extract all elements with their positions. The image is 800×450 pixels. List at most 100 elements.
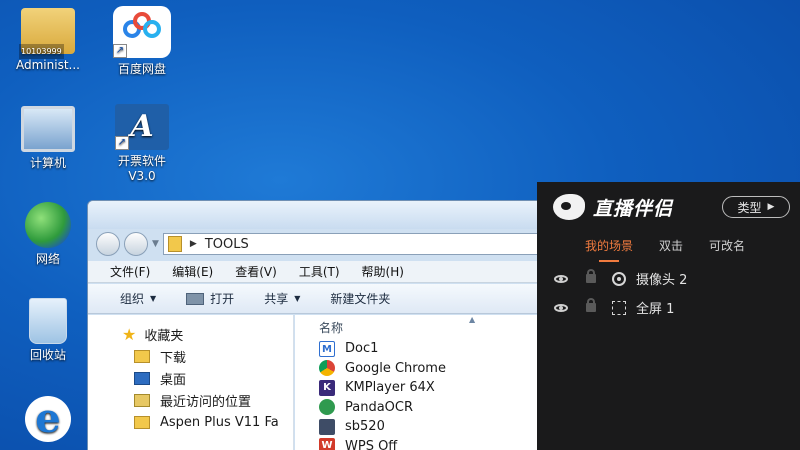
type-button[interactable]: 类型 ▶ <box>722 196 790 218</box>
invoice-software-icon: A ↗ <box>115 104 169 150</box>
lock-icon[interactable] <box>586 269 596 283</box>
file-list: 名称 ▲ M Doc1 Google Chrome K KMPlayer 64X… <box>295 315 546 450</box>
app-brand: 直播伴侣 <box>593 197 674 220</box>
nav-item-label: 下载 <box>160 350 187 366</box>
chrome-icon <box>319 360 335 377</box>
wps-icon: W <box>319 438 335 450</box>
desktop-icon-label: 回收站 <box>29 348 66 362</box>
scene-tabs: 我的场景 双击 可改名 <box>537 232 800 264</box>
nav-item-aspen-plus[interactable]: Aspen Plus V11 Fa <box>88 411 293 433</box>
desktop-icon-baidu-netdisk[interactable]: ↗ 百度网盘 <box>98 6 186 77</box>
scene-item-camera[interactable]: 摄像头 2 <box>537 264 800 293</box>
menu-tools[interactable]: 工具(T) <box>299 263 340 280</box>
eye-icon[interactable] <box>554 274 568 283</box>
new-folder-label: 新建文件夹 <box>330 292 391 306</box>
screen-capture-icon <box>612 300 626 315</box>
file-item-google-chrome[interactable]: Google Chrome <box>295 359 546 379</box>
new-folder-button[interactable]: 新建文件夹 <box>330 290 390 307</box>
baidu-netdisk-icon: ↗ <box>113 6 171 58</box>
organize-label: 组织 <box>120 292 145 306</box>
pandaocr-icon <box>319 399 335 416</box>
eye-icon[interactable] <box>554 303 568 312</box>
desktop-icon-label: 计算机 <box>29 156 66 170</box>
desktop-icon-label-line1: 开票软件 <box>117 154 166 168</box>
user-folder-icon: 10103999 <box>19 8 75 59</box>
sort-up-icon: ▲ <box>469 315 476 324</box>
type-button-label: 类型 <box>737 200 762 215</box>
desktop-icon-label: 百度网盘 <box>117 62 166 76</box>
computer-icon <box>21 106 75 152</box>
desktop-icon-internet-explorer[interactable]: e <box>4 396 92 446</box>
explorer-window[interactable]: ▼ ▶ TOOLS 文件(F) 编辑(E) 查看(V) 工具(T) 帮助(H) … <box>87 200 547 450</box>
folder-badge: 10103999 <box>19 44 64 59</box>
desktop-icon-network[interactable]: 网络 <box>4 202 92 267</box>
file-item-sb520[interactable]: sb520 <box>295 417 546 437</box>
internet-explorer-icon: e <box>25 396 71 442</box>
chevron-down-icon: ▼ <box>150 294 157 303</box>
desktop-icon-label: Administ... <box>16 58 80 72</box>
share-button[interactable]: 共享 ▼ <box>264 290 300 307</box>
breadcrumb-arrow-icon[interactable]: ▶ <box>190 239 197 249</box>
navigation-pane: ★ 收藏夹 下载 桌面 最近访问的位置 Aspen Plus V11 Fa <box>88 315 294 450</box>
file-item-kmplayer[interactable]: K KMPlayer 64X <box>295 378 546 398</box>
nav-item-label: 桌面 <box>160 372 187 388</box>
menu-file[interactable]: 文件(F) <box>110 263 150 280</box>
nav-item-downloads[interactable]: 下载 <box>88 345 293 367</box>
window-titlebar[interactable] <box>88 201 546 229</box>
chevron-down-icon: ▼ <box>294 294 301 303</box>
network-icon <box>25 202 71 248</box>
camera-icon <box>612 271 626 286</box>
nav-favorites[interactable]: ★ 收藏夹 <box>88 323 293 345</box>
tab-renamable[interactable]: 可改名 <box>709 237 745 260</box>
tab-double-click[interactable]: 双击 <box>659 237 683 260</box>
address-bar[interactable]: ▶ TOOLS <box>162 233 538 255</box>
sb520-icon <box>319 418 335 435</box>
scene-item-fullscreen[interactable]: 全屏 1 <box>537 293 800 322</box>
download-folder-icon <box>134 349 150 363</box>
nav-item-label: Aspen Plus V11 Fa <box>160 414 279 430</box>
nav-item-label: 最近访问的位置 <box>160 394 252 410</box>
desktop-icon-administrator[interactable]: 10103999 Administ... <box>4 8 92 73</box>
folder-icon <box>134 415 150 429</box>
forward-button[interactable] <box>124 232 148 256</box>
back-button[interactable] <box>96 232 120 256</box>
breadcrumb-current[interactable]: TOOLS <box>205 237 249 252</box>
nav-favorites-label: 收藏夹 <box>144 328 184 344</box>
nav-item-desktop[interactable]: 桌面 <box>88 367 293 389</box>
tab-my-scenes[interactable]: 我的场景 <box>585 237 633 262</box>
file-item-wps[interactable]: W WPS Off <box>295 437 546 450</box>
open-with-icon <box>186 292 205 305</box>
shortcut-arrow-icon: ↗ <box>113 44 127 58</box>
address-row: ▼ ▶ TOOLS <box>96 231 538 257</box>
scene-label: 摄像头 2 <box>636 273 688 288</box>
share-label: 共享 <box>264 292 289 306</box>
desktop-icon-computer[interactable]: 计算机 <box>4 106 92 171</box>
shortcut-arrow-icon: ↗ <box>115 136 129 150</box>
open-button[interactable]: 打开 <box>186 290 234 307</box>
file-item-pandaocr[interactable]: PandaOCR <box>295 398 546 418</box>
menu-bar: 文件(F) 编辑(E) 查看(V) 工具(T) 帮助(H) <box>88 261 546 283</box>
play-triangle-icon: ▶ <box>767 202 775 212</box>
app-logo-icon <box>553 194 585 220</box>
file-item-doc1[interactable]: M Doc1 <box>295 339 546 359</box>
recent-pages-dropdown-icon[interactable]: ▼ <box>152 239 159 249</box>
command-bar: 组织 ▼ 打开 共享 ▼ 新建文件夹 <box>88 284 546 314</box>
menu-view[interactable]: 查看(V) <box>235 263 277 280</box>
column-header-name[interactable]: 名称 ▲ <box>295 315 546 339</box>
desktop-icon <box>134 371 150 385</box>
file-name: WPS Off <box>345 438 398 450</box>
desktop-icon-label: 网络 <box>35 252 60 266</box>
document-icon: M <box>319 340 335 357</box>
menu-edit[interactable]: 编辑(E) <box>172 263 213 280</box>
column-header-label: 名称 <box>319 320 344 335</box>
nav-item-recent-places[interactable]: 最近访问的位置 <box>88 389 293 411</box>
menu-help[interactable]: 帮助(H) <box>362 263 404 280</box>
desktop-icon-label-line2: V3.0 <box>128 169 156 183</box>
desktop-icon-recycle-bin[interactable]: 回收站 <box>4 298 92 363</box>
scene-label: 全屏 1 <box>636 302 675 317</box>
organize-button[interactable]: 组织 ▼ <box>120 290 156 307</box>
desktop-icon-invoice-software[interactable]: A ↗ 开票软件 V3.0 <box>98 104 186 184</box>
panel-header: 直播伴侣 类型 ▶ <box>537 182 800 232</box>
lock-icon[interactable] <box>586 298 596 312</box>
live-streaming-panel: 直播伴侣 类型 ▶ 我的场景 双击 可改名 摄像头 2 全屏 1 <box>537 182 800 450</box>
